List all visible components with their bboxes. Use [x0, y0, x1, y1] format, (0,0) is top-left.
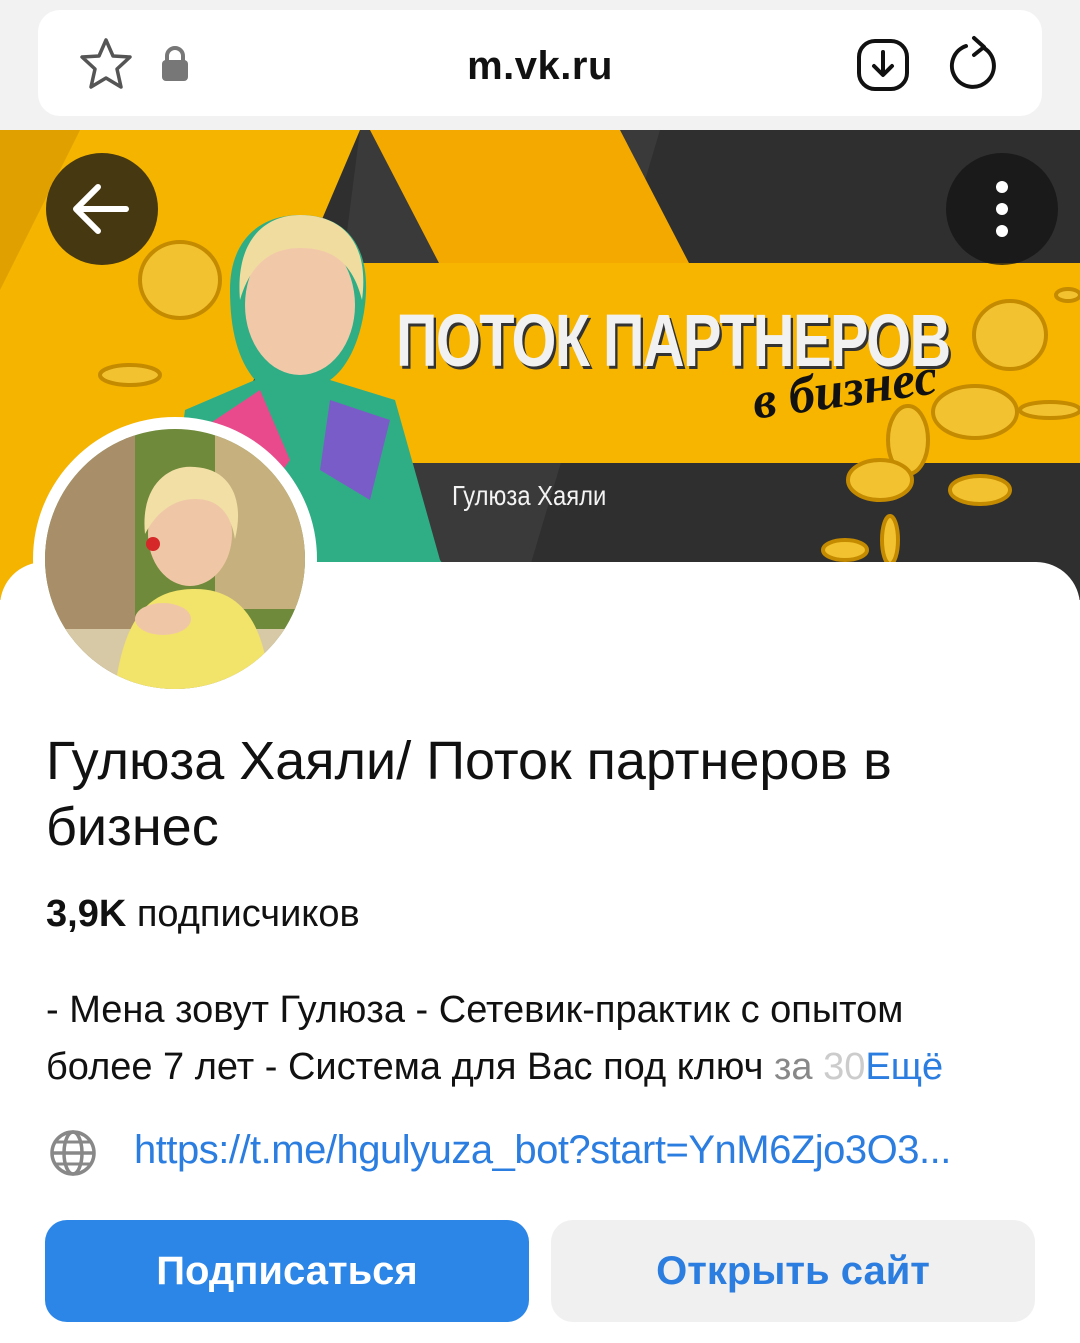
globe-icon	[50, 1130, 96, 1176]
subscribers-label: подписчиков	[136, 893, 360, 935]
url-text[interactable]: m.vk.ru	[0, 44, 1080, 89]
website-link[interactable]: https://t.me/hgulyuza_bot?start=YnM6Zjo3…	[134, 1128, 951, 1173]
browser-toolbar: m.vk.ru	[0, 0, 1080, 130]
cover-author: Гулюза Хаяли	[452, 480, 607, 511]
show-more-link[interactable]: Ещё	[865, 1046, 943, 1088]
subscribers-count[interactable]: 3,9K подписчиков	[46, 893, 360, 936]
community-description: - Мена зовут Гулюза - Сетевик-практик с …	[46, 982, 1046, 1096]
description-line-2-text: более 7 лет - Система для Вас под ключ	[46, 1046, 764, 1088]
more-options-button[interactable]	[946, 153, 1058, 265]
description-fade-text: за	[763, 1046, 824, 1088]
community-name: Гулюза Хаяли/ Поток партнеров в бизнес	[46, 731, 892, 857]
subscribe-button[interactable]: Подписаться	[45, 1220, 529, 1322]
avatar-photo	[45, 429, 305, 689]
back-button[interactable]	[46, 153, 158, 265]
description-fade-text-2: 30	[823, 1046, 866, 1088]
avatar[interactable]	[33, 417, 317, 701]
open-site-button[interactable]: Открыть сайт	[551, 1220, 1035, 1322]
description-line-1: - Мена зовут Гулюза - Сетевик-практик с …	[46, 989, 904, 1031]
description-line-2: более 7 лет - Система для Вас под ключ з…	[46, 1039, 1046, 1096]
reload-icon[interactable]	[946, 34, 1000, 92]
back-arrow-icon	[73, 184, 129, 234]
subscribers-number: 3,9K	[46, 893, 127, 935]
more-vertical-icon	[996, 181, 1008, 237]
download-icon[interactable]	[856, 38, 910, 92]
